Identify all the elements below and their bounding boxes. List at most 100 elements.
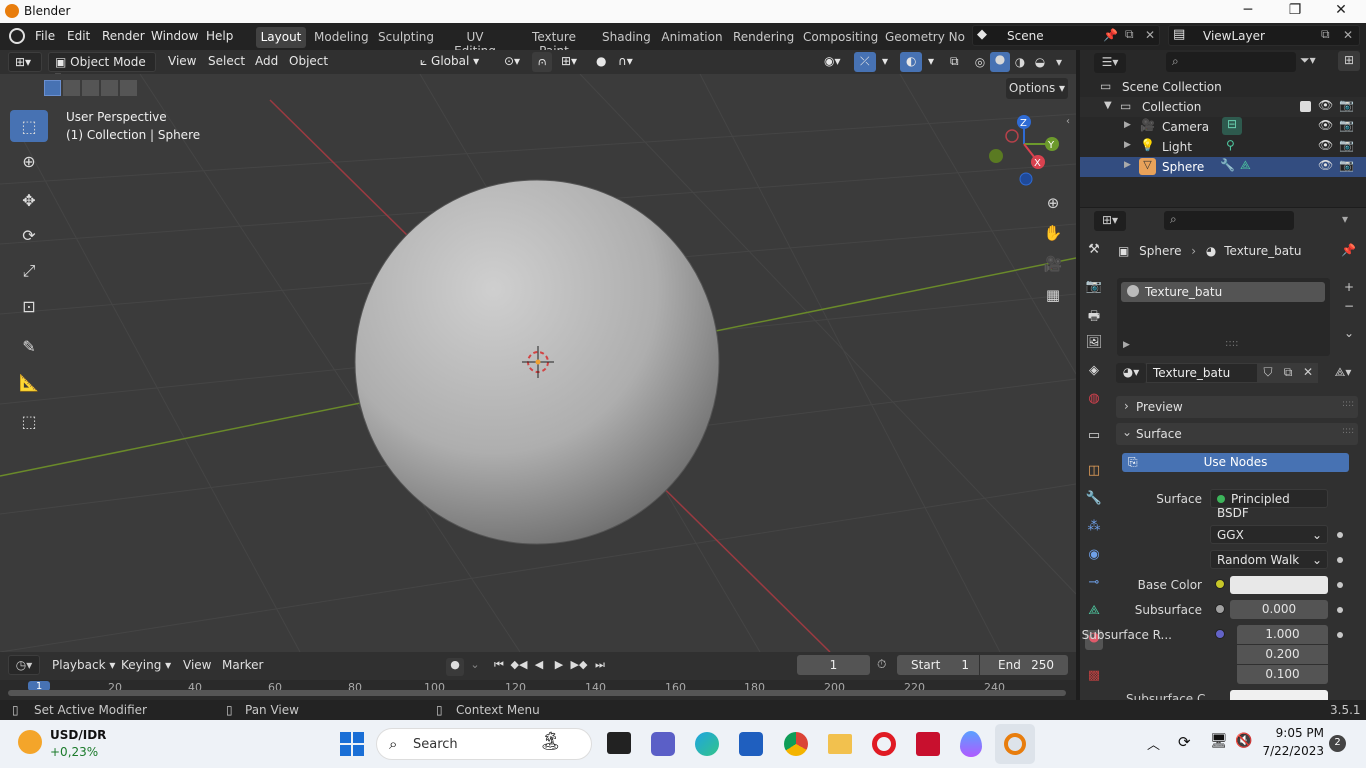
cursor-tool-icon[interactable]: ⊕	[10, 145, 48, 177]
outliner-item-light[interactable]: ▶ 💡 Light ⚲ 👁 📷	[1080, 137, 1366, 157]
stopwatch-icon[interactable]: ⏱	[877, 657, 886, 672]
blender-taskbar-button[interactable]	[995, 724, 1035, 764]
animate-dot-icon[interactable]	[1337, 632, 1343, 638]
camera-view-icon[interactable]: 🎥	[1041, 255, 1065, 279]
play-icon[interactable]: ▶	[550, 658, 568, 676]
chrome-browser-icon[interactable]	[784, 732, 808, 756]
blender-menu-icon[interactable]	[9, 28, 25, 44]
view-layer-selector[interactable]: ▤ ViewLayer ⧉ ✕	[1168, 25, 1360, 46]
annotate-tool-icon[interactable]: ✎	[10, 330, 48, 362]
tab-geometry-nodes[interactable]: Geometry Noc	[885, 27, 965, 48]
expand-icon[interactable]: ▶	[1124, 160, 1131, 170]
surface-panel-header[interactable]: ⌄ Surface ::::	[1116, 423, 1358, 445]
remove-slot-icon[interactable]: −	[1340, 299, 1358, 317]
start-frame-field[interactable]: Start 1	[897, 655, 979, 675]
tab-shading[interactable]: Shading	[602, 27, 651, 48]
tab-sculpting[interactable]: Sculpting	[378, 27, 434, 48]
windows-start-icon[interactable]	[340, 732, 364, 756]
3d-viewport[interactable]: User Perspective (1) Collection | Sphere…	[0, 74, 1076, 652]
overlays-toggle-icon[interactable]: ◐	[900, 52, 922, 72]
animate-dot-icon[interactable]	[1337, 582, 1343, 588]
browse-material-icon[interactable]: ◕▾	[1116, 363, 1146, 383]
scene-collection-row[interactable]: ▭ Scene Collection	[1080, 77, 1366, 97]
material-shading-icon[interactable]: ◑	[1010, 55, 1030, 69]
particles-tab-icon[interactable]: ⁂	[1085, 519, 1103, 539]
collection-visibility-icon[interactable]: 👁	[1318, 98, 1333, 112]
select-new-icon[interactable]	[44, 80, 61, 96]
taskbar-search-input[interactable]: ⌕ Search 🏝	[376, 728, 592, 760]
timeline-marker-menu[interactable]: Marker	[222, 658, 263, 672]
microsoft-store-icon[interactable]	[739, 732, 763, 756]
overlays-dropdown-icon[interactable]: ▾	[922, 52, 940, 72]
tab-texture-paint[interactable]: Texture Paint	[516, 27, 592, 58]
float-socket-icon[interactable]	[1215, 604, 1225, 614]
fake-user-shield-icon[interactable]: ⛉	[1258, 363, 1278, 383]
world-tab-icon[interactable]: ◍	[1085, 391, 1103, 411]
add-cube-tool-icon[interactable]: ⬚	[10, 405, 48, 437]
pin-icon[interactable]: 📌	[1341, 243, 1356, 257]
tool-tab-icon[interactable]: ⚒	[1085, 242, 1103, 262]
mode-dropdown[interactable]: ▣ Object Mode ▾	[48, 52, 156, 83]
preview-panel-header[interactable]: › Preview ::::	[1116, 396, 1358, 418]
play-reverse-icon[interactable]: ◀	[530, 658, 548, 676]
animate-dot-icon[interactable]	[1337, 607, 1343, 613]
measure-tool-icon[interactable]: 📐	[10, 366, 48, 398]
navigation-gizmo[interactable]: Z Y X	[986, 114, 1066, 188]
collection-row[interactable]: ▼ ▭ Collection 👁 📷	[1080, 97, 1366, 117]
tab-layout[interactable]: Layout	[256, 27, 306, 48]
filter-icon[interactable]: ⏷▾	[1300, 53, 1316, 68]
collection-checkbox[interactable]	[1300, 101, 1311, 112]
subsurface-radius-z[interactable]: 0.100	[1237, 665, 1328, 684]
menu-render[interactable]: Render	[102, 29, 145, 43]
pan-hand-icon[interactable]: ✋	[1041, 224, 1065, 248]
render-icon[interactable]: 📷	[1339, 118, 1354, 132]
vector-socket-icon[interactable]	[1215, 629, 1225, 639]
maximize-button[interactable]: ❐	[1280, 2, 1310, 20]
menu-add[interactable]: Add	[249, 52, 284, 72]
drag-handle-icon[interactable]: ::::	[1342, 426, 1354, 436]
scale-tool-icon[interactable]: ⤢	[10, 255, 48, 287]
properties-editor-type-icon[interactable]: ⊞▾	[1094, 211, 1126, 231]
shading-dropdown-icon[interactable]: ▾	[1050, 55, 1068, 69]
scene-tab-icon[interactable]: ◈	[1085, 363, 1103, 383]
new-view-layer-icon[interactable]: ⧉	[1321, 27, 1330, 42]
next-keyframe-icon[interactable]: ▶◆	[570, 658, 588, 676]
subsurface-radius-y[interactable]: 0.200	[1237, 645, 1328, 664]
view-layer-tab-icon[interactable]: 🖼	[1085, 335, 1103, 355]
minimize-button[interactable]: ─	[1233, 2, 1263, 20]
edge-browser-icon[interactable]	[695, 732, 719, 756]
taskbar-time[interactable]: 9:05 PM	[1268, 726, 1324, 740]
menu-window[interactable]: Window	[151, 29, 198, 43]
editor-type-button[interactable]: ⊞▾	[8, 52, 42, 72]
menu-view[interactable]: View	[162, 52, 202, 72]
output-tab-icon[interactable]: 🖶	[1085, 307, 1103, 327]
scene-selector[interactable]: ◆ Scene 📌 ⧉ ✕	[972, 25, 1160, 46]
zoom-icon[interactable]: ⊕	[1041, 194, 1065, 218]
falloff-icon[interactable]: ∩▾	[612, 52, 639, 72]
select-subtract-icon[interactable]	[82, 80, 99, 96]
wireframe-shading-icon[interactable]: ◎	[970, 55, 990, 69]
sync-icon[interactable]: ⟳	[1178, 733, 1191, 751]
new-collection-icon[interactable]: ⊞	[1338, 51, 1360, 71]
chat-icon[interactable]	[651, 732, 675, 756]
outliner-search-input[interactable]: ⌕	[1166, 52, 1296, 72]
visibility-icon[interactable]: 👁	[1318, 138, 1333, 152]
subsurface-color-swatch[interactable]	[1230, 690, 1328, 700]
collection-render-icon[interactable]: 📷	[1339, 98, 1354, 112]
unlink-material-icon[interactable]: ✕	[1298, 363, 1318, 383]
select-intersect-icon[interactable]	[120, 80, 137, 96]
timeline-ruler[interactable]: 1 20 40 60 80 100 120 140 160 180 200 22…	[0, 680, 1076, 700]
snap-icon[interactable]: ⩀	[532, 52, 553, 72]
expand-icon[interactable]: ▶	[1124, 120, 1131, 130]
menu-object[interactable]: Object	[283, 52, 334, 72]
new-scene-icon[interactable]: ⧉	[1125, 27, 1134, 42]
paint-app-icon[interactable]	[960, 731, 982, 757]
menu-file[interactable]: File	[35, 29, 55, 43]
snap-target-icon[interactable]: ⊞▾	[555, 52, 583, 72]
menu-edit[interactable]: Edit	[67, 29, 90, 43]
slot-expand-icon[interactable]: ▶	[1123, 340, 1130, 350]
tray-overflow-icon[interactable]: ︿	[1147, 734, 1160, 753]
add-slot-icon[interactable]: +	[1340, 280, 1358, 298]
render-tab-icon[interactable]: 📷	[1085, 279, 1103, 299]
acrobat-reader-icon[interactable]	[916, 732, 940, 756]
